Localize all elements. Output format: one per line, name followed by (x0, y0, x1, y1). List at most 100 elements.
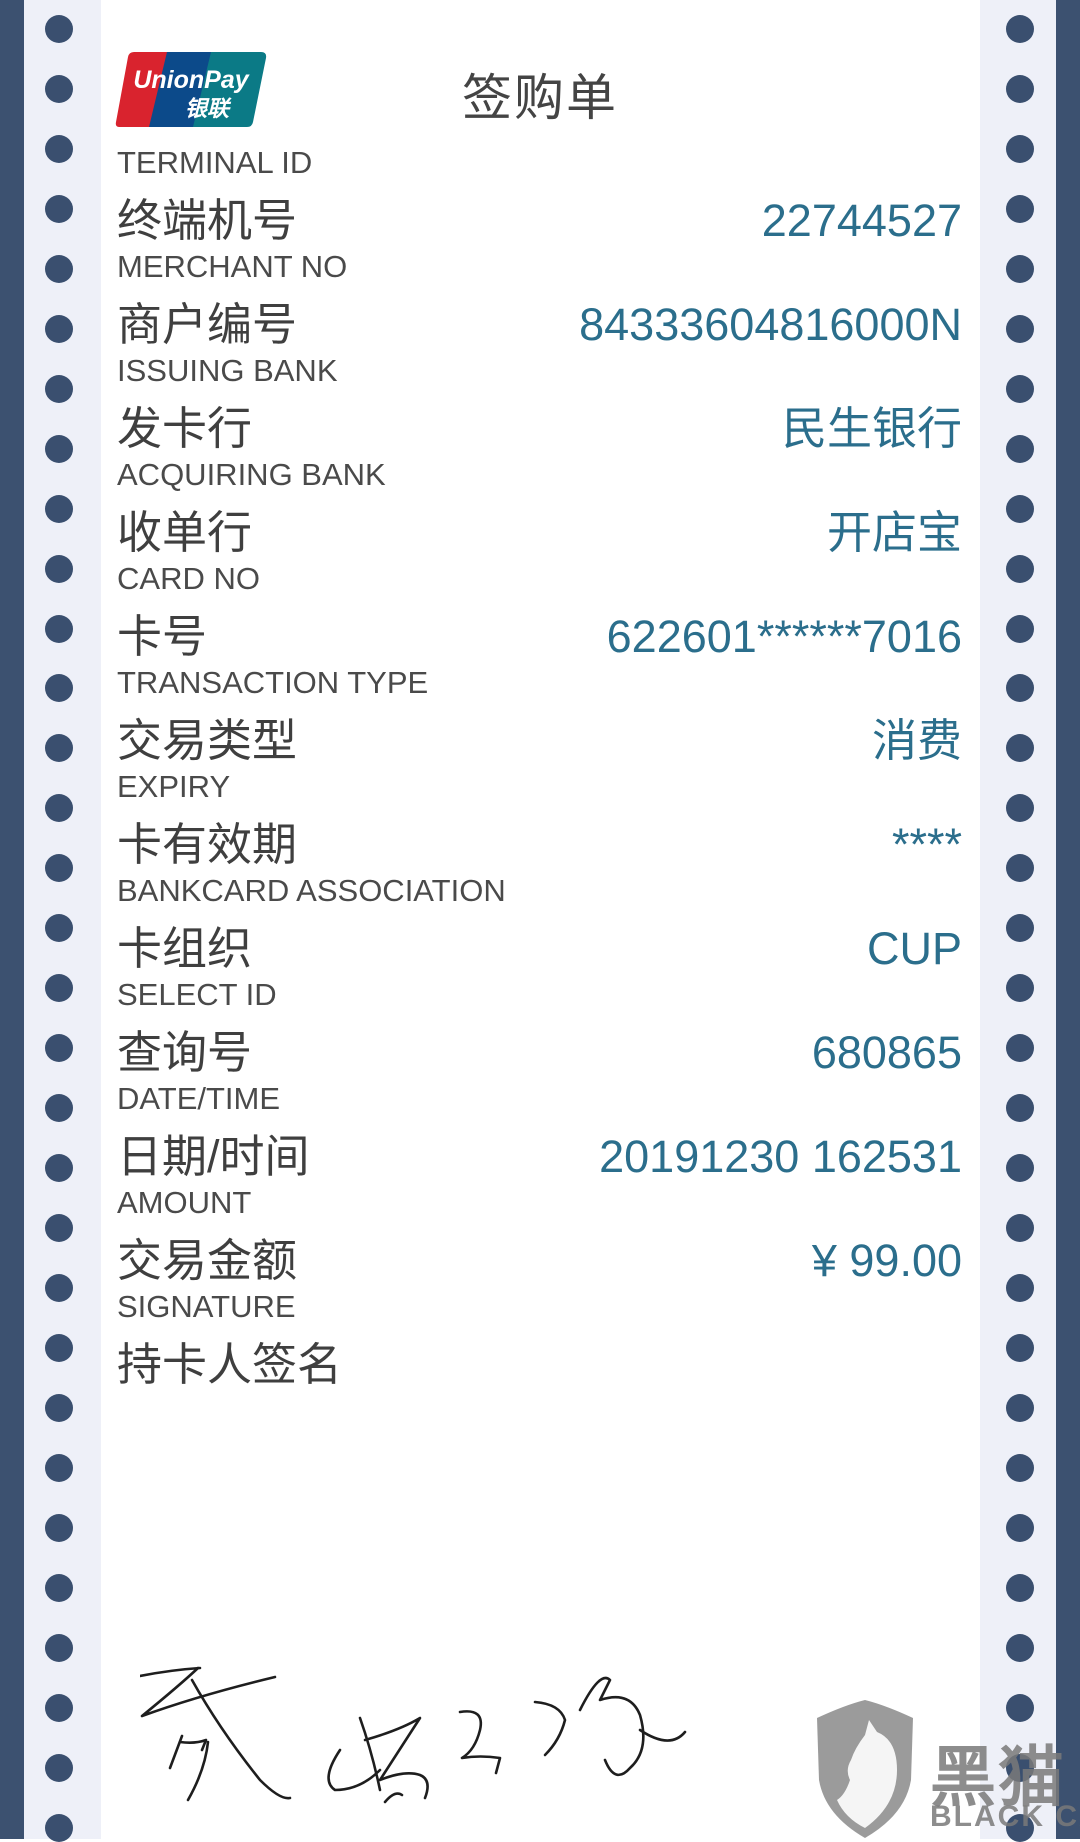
field-date-time: DATE/TIME 日期/时间 20191230 162531 (117, 1081, 962, 1185)
right-edge-dark (1056, 0, 1080, 1839)
field-label-zh: 终端机号 (117, 195, 298, 246)
perforation-hole (1006, 254, 1034, 283)
perforation-hole (45, 1753, 73, 1782)
field-label-zh: 商户编号 (117, 299, 298, 350)
perforation-hole (1006, 1633, 1034, 1662)
perforation-hole (45, 1453, 73, 1482)
field-label-zh: 卡号 (117, 611, 208, 662)
perforation-hole (1006, 1273, 1034, 1302)
shield-cat-icon (817, 1700, 913, 1838)
field-bankcard-association: BANKCARD ASSOCIATION 卡组织 CUP (117, 873, 962, 977)
field-label-zh: 发卡行 (117, 403, 253, 454)
perforation-hole (1006, 1034, 1034, 1063)
field-label-en: ACQUIRING BANK (117, 457, 386, 492)
left-perforation-holes (45, 0, 73, 1842)
perforation-hole (1006, 1154, 1034, 1183)
field-value: ¥ 99.00 (811, 1235, 962, 1286)
perforation-hole (45, 1573, 73, 1602)
perforation-hole (1006, 1214, 1034, 1242)
field-value: 开店宝 (826, 507, 962, 558)
perforation-hole (1006, 674, 1034, 703)
field-label-zh: 卡组织 (117, 923, 253, 974)
field-value: 22744527 (761, 195, 962, 246)
field-label-zh: 持卡人签名 (117, 1339, 343, 1390)
field-expiry: EXPIRY 卡有效期 **** (117, 769, 962, 873)
perforation-hole (1006, 1333, 1034, 1362)
field-acquiring-bank: ACQUIRING BANK 收单行 开店宝 (117, 457, 962, 561)
watermark-text-en: BLACK CAT (930, 1800, 1080, 1833)
field-issuing-bank: ISSUING BANK 发卡行 民生银行 (117, 353, 962, 457)
field-terminal-id: TERMINAL ID 终端机号 22744527 (117, 145, 962, 249)
field-value: CUP (866, 923, 962, 974)
perforation-hole (1006, 494, 1034, 523)
field-label-en: TRANSACTION TYPE (117, 665, 429, 700)
field-label-zh: 查询号 (117, 1027, 253, 1078)
perforation-hole (45, 1693, 73, 1722)
field-label-en: CARD NO (117, 561, 260, 596)
receipt-title: 签购单 (462, 70, 618, 126)
perforation-hole (45, 1513, 73, 1542)
field-value: 622601******7016 (606, 611, 962, 662)
field-card-no: CARD NO 卡号 622601******7016 (117, 561, 962, 665)
field-label-en: DATE/TIME (117, 1081, 281, 1116)
field-label-en: ISSUING BANK (117, 353, 338, 388)
field-label-en: SIGNATURE (117, 1289, 296, 1324)
field-select-id: SELECT ID 查询号 680865 (117, 977, 962, 1081)
perforation-hole (1006, 794, 1034, 823)
perforation-hole (45, 974, 73, 1003)
perforation-hole (1006, 1094, 1034, 1123)
perforation-hole (1006, 374, 1034, 403)
perforation-hole (45, 1633, 73, 1662)
perforation-hole (45, 194, 73, 223)
field-value: 消费 (871, 715, 962, 766)
perforation-hole (45, 794, 73, 823)
field-label-en: MERCHANT NO (117, 249, 348, 284)
field-label-zh: 交易金额 (117, 1235, 298, 1286)
perforation-hole (1006, 914, 1034, 943)
field-signature: SIGNATURE 持卡人签名 (117, 1289, 962, 1393)
field-value: 20191230 162531 (599, 1131, 962, 1182)
perforation-hole (45, 15, 73, 43)
field-label-zh: 收单行 (117, 507, 253, 558)
perforation-hole (1006, 434, 1034, 463)
perforation-hole (45, 1813, 73, 1842)
perforation-hole (45, 674, 73, 703)
field-label-en: TERMINAL ID (117, 145, 313, 180)
perforation-hole (45, 374, 73, 403)
field-value: 680865 (811, 1027, 962, 1078)
perforation-hole (45, 1094, 73, 1123)
perforation-hole (1006, 734, 1034, 763)
perforation-hole (45, 854, 73, 883)
perforation-hole (45, 314, 73, 343)
field-value: 民生银行 (781, 403, 962, 454)
perforation-hole (45, 434, 73, 463)
perforation-hole (1006, 854, 1034, 883)
black-cat-watermark: 黑猫 BLACK CAT (805, 1700, 1080, 1839)
perforation-hole (1006, 1573, 1034, 1602)
field-label-en: SELECT ID (117, 977, 277, 1012)
perforation-hole (45, 1333, 73, 1362)
field-label-zh: 卡有效期 (117, 819, 298, 870)
field-value: 84333604816000N (579, 299, 962, 350)
perforation-hole (1006, 134, 1034, 163)
perforation-hole (45, 1273, 73, 1302)
perforation-hole (45, 554, 73, 583)
perforation-hole (45, 614, 73, 643)
field-label-en: AMOUNT (117, 1185, 252, 1220)
perforation-hole (45, 494, 73, 523)
field-label-zh: 交易类型 (117, 715, 298, 766)
perforation-hole (45, 1034, 73, 1063)
perforation-hole (1006, 1513, 1034, 1542)
perforation-hole (45, 134, 73, 163)
field-value: **** (891, 819, 962, 870)
field-transaction-type: TRANSACTION TYPE 交易类型 消费 (117, 665, 962, 769)
perforation-hole (1006, 614, 1034, 643)
perforation-hole (45, 914, 73, 943)
perforation-hole (1006, 15, 1034, 43)
perforation-hole (1006, 1453, 1034, 1482)
field-label-zh: 日期/时间 (117, 1131, 310, 1182)
perforation-hole (1006, 194, 1034, 223)
perforation-hole (45, 1393, 73, 1422)
field-merchant-no: MERCHANT NO 商户编号 84333604816000N (117, 249, 962, 353)
perforation-hole (45, 734, 73, 763)
